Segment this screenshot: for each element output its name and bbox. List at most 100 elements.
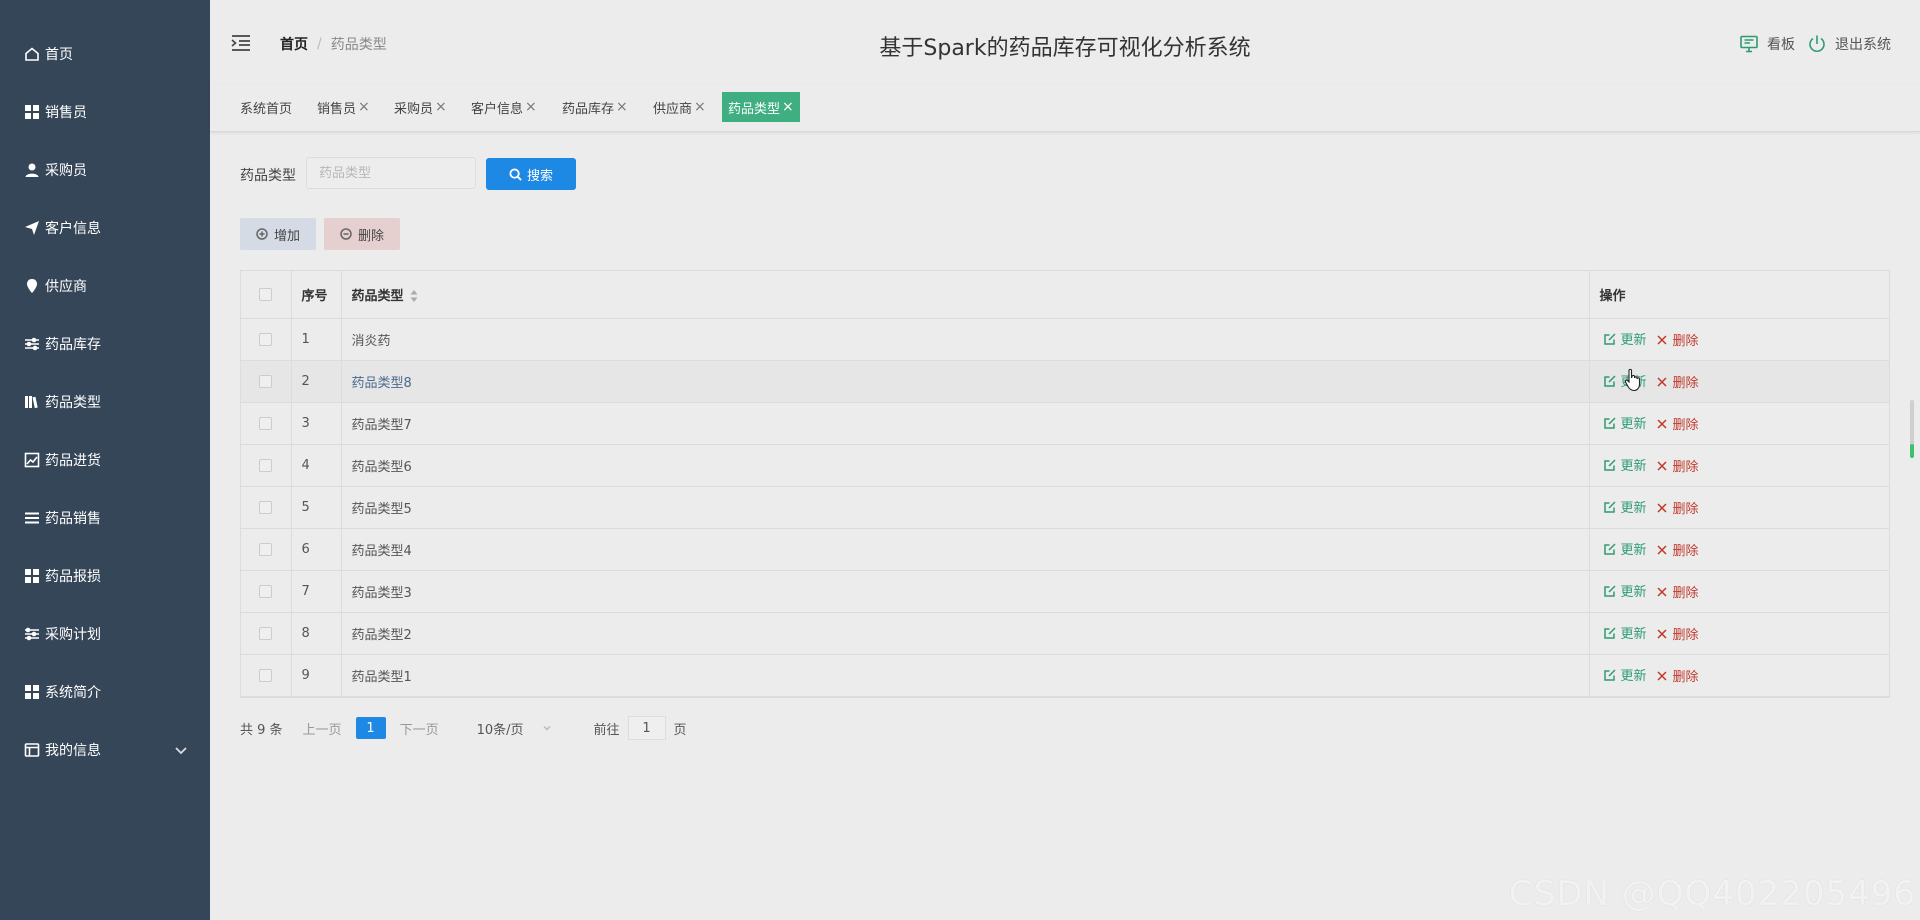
tag-purchaser[interactable]: 采购员 × <box>388 92 453 122</box>
breadcrumb-home[interactable]: 首页 <box>280 34 308 54</box>
menu-fold-icon[interactable] <box>231 34 251 52</box>
close-icon <box>1656 418 1667 429</box>
home-icon <box>24 46 40 62</box>
next-page-button[interactable]: 下一页 <box>400 719 439 738</box>
sidebar-item-purchase[interactable]: 药品进货 <box>0 431 210 489</box>
close-icon[interactable]: × <box>435 99 447 115</box>
delete-button[interactable]: 删除 <box>1656 624 1699 643</box>
delete-button[interactable]: 删除 <box>1656 456 1699 475</box>
page-size-label: 10条/页 <box>476 722 524 738</box>
search-button[interactable]: 搜索 <box>486 158 576 190</box>
table-row: 8 药品类型2 更新 删除 <box>241 612 1889 655</box>
sidebar-item-my-info[interactable]: 我的信息 <box>0 721 210 779</box>
row-index: 5 <box>291 486 342 529</box>
sidebar-item-supplier[interactable]: 供应商 <box>0 257 210 315</box>
update-button[interactable]: 更新 <box>1603 413 1647 432</box>
prev-page-button[interactable]: 上一页 <box>303 719 342 738</box>
tag-home[interactable]: 系统首页 <box>234 92 298 122</box>
row-checkbox[interactable] <box>259 668 273 682</box>
table-row: 5 药品类型5 更新 删除 <box>241 486 1889 529</box>
tag-supplier[interactable]: 供应商 × <box>647 92 712 122</box>
header-name-label: 药品类型 <box>351 288 404 304</box>
sidebar-item-label: 药品报损 <box>45 569 101 585</box>
logout-button[interactable]: 退出系统 <box>1807 34 1891 54</box>
update-button[interactable]: 更新 <box>1603 329 1647 348</box>
close-icon[interactable]: × <box>616 99 628 115</box>
update-label: 更新 <box>1620 333 1647 348</box>
row-index: 1 <box>291 318 342 361</box>
sort-icon[interactable] <box>410 289 418 303</box>
row-checkbox[interactable] <box>259 626 273 640</box>
sidebar-item-purchase-plan[interactable]: 采购计划 <box>0 605 210 663</box>
row-checkbox[interactable] <box>259 332 273 346</box>
page-jump-input[interactable] <box>627 716 666 740</box>
header-name[interactable]: 药品类型 <box>341 271 1590 319</box>
sidebar-item-label: 药品类型 <box>45 395 101 411</box>
delete-button[interactable]: 删除 <box>1656 582 1699 601</box>
close-icon[interactable]: × <box>694 99 706 115</box>
update-button[interactable]: 更新 <box>1603 497 1647 516</box>
close-icon <box>1656 670 1667 681</box>
update-button[interactable]: 更新 <box>1603 455 1647 474</box>
row-checkbox[interactable] <box>259 542 273 556</box>
row-name: 药品类型3 <box>341 570 1590 613</box>
row-checkbox[interactable] <box>259 416 273 430</box>
update-button[interactable]: 更新 <box>1603 581 1647 600</box>
delete-label: 删除 <box>1672 544 1699 559</box>
tag-inventory[interactable]: 药品库存 × <box>556 92 634 122</box>
delete-button[interactable]: 删除 <box>1656 372 1699 391</box>
row-index: 2 <box>291 360 342 403</box>
update-button[interactable]: 更新 <box>1603 539 1647 558</box>
delete-button[interactable]: 删除 <box>1656 414 1699 433</box>
grid-icon <box>24 684 40 700</box>
row-checkbox[interactable] <box>259 374 273 388</box>
update-label: 更新 <box>1620 585 1647 600</box>
row-name: 药品类型5 <box>341 486 1590 529</box>
update-label: 更新 <box>1620 627 1647 642</box>
dashboard-button[interactable]: 看板 <box>1739 34 1795 54</box>
close-icon <box>1656 460 1667 471</box>
delete-button[interactable]: 删除 <box>1656 498 1699 517</box>
update-button[interactable]: 更新 <box>1603 371 1647 390</box>
delete-button[interactable]: 删除 <box>1656 666 1699 685</box>
chevron-down-icon[interactable] <box>174 743 188 757</box>
tag-salesperson[interactable]: 销售员 × <box>311 92 376 122</box>
goto-label: 前往 <box>593 722 620 738</box>
sidebar-item-label: 药品销售 <box>45 511 101 527</box>
page-number-1[interactable]: 1 <box>355 717 386 739</box>
tag-customer[interactable]: 客户信息 × <box>465 92 543 122</box>
select-all-checkbox[interactable] <box>259 287 273 301</box>
minus-circle-icon <box>340 228 352 240</box>
update-button[interactable]: 更新 <box>1603 623 1647 642</box>
add-button[interactable]: 增加 <box>240 218 316 250</box>
sidebar-item-about[interactable]: 系统简介 <box>0 663 210 721</box>
close-icon[interactable]: × <box>358 99 370 115</box>
sidebar-item-salesperson[interactable]: 销售员 <box>0 83 210 141</box>
scrollbar[interactable] <box>1910 400 1914 458</box>
tag-drug-type[interactable]: 药品类型 × <box>722 92 800 122</box>
close-icon[interactable]: × <box>525 99 537 115</box>
sidebar-item-purchaser[interactable]: 采购员 <box>0 141 210 199</box>
close-icon[interactable]: × <box>782 99 794 115</box>
edit-icon <box>1603 668 1616 681</box>
row-checkbox[interactable] <box>259 500 273 514</box>
header-index: 序号 <box>291 271 342 319</box>
sidebar-item-home[interactable]: 首页 <box>0 25 210 83</box>
sidebar-item-inventory[interactable]: 药品库存 <box>0 315 210 373</box>
row-index: 6 <box>291 528 342 571</box>
delete-button[interactable]: 删除 <box>1656 540 1699 559</box>
sidebar-item-sales[interactable]: 药品销售 <box>0 489 210 547</box>
search-input[interactable] <box>306 157 476 189</box>
delete-button[interactable]: 删除 <box>1656 330 1699 349</box>
sidebar-item-customer[interactable]: 客户信息 <box>0 199 210 257</box>
update-button[interactable]: 更新 <box>1603 665 1647 684</box>
sidebar-item-drug-type[interactable]: 药品类型 <box>0 373 210 431</box>
chevron-down-icon <box>542 725 551 731</box>
row-checkbox[interactable] <box>259 458 273 472</box>
row-select-cell <box>241 612 292 655</box>
sidebar-item-loss[interactable]: 药品报损 <box>0 547 210 605</box>
batch-delete-button[interactable]: 删除 <box>324 218 400 250</box>
page-size-select[interactable]: 10条/页 <box>477 719 552 738</box>
row-checkbox[interactable] <box>259 584 273 598</box>
scrollbar-thumb[interactable] <box>1910 444 1914 458</box>
